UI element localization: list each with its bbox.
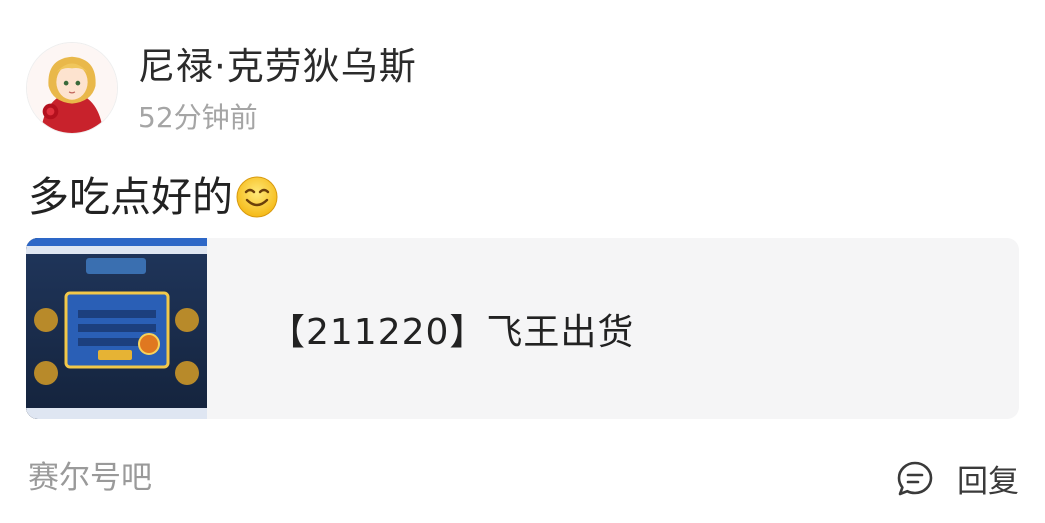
avatar-image — [27, 43, 117, 133]
avatar[interactable] — [26, 42, 118, 134]
post-content: 多吃点好的 — [28, 170, 279, 224]
link-card[interactable]: 【211220】飞王出货 — [26, 238, 1019, 419]
post-card: 尼禄·克劳狄乌斯 52分钟前 多吃点好的 【211220】飞王出货 赛尔号吧 回… — [0, 0, 1045, 523]
username[interactable]: 尼禄·克劳狄乌斯 — [138, 44, 417, 90]
link-title: 【211220】飞王出货 — [269, 311, 635, 353]
reply-button[interactable]: 回复 — [895, 456, 1019, 501]
game-screenshot-thumbnail — [26, 238, 207, 419]
forum-name[interactable]: 赛尔号吧 — [28, 458, 152, 498]
smile-emoji-icon — [235, 175, 279, 219]
post-time: 52分钟前 — [138, 101, 258, 134]
reply-label: 回复 — [957, 464, 1019, 500]
post-text: 多吃点好的 — [28, 173, 233, 221]
comment-icon — [895, 459, 935, 499]
